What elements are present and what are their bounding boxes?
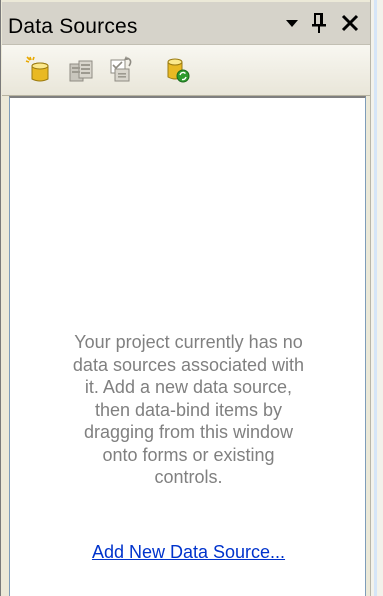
data-sources-panel: Data Sources Your project currently has …: [0, 0, 370, 596]
auto-hide-pin-button[interactable]: [304, 8, 334, 38]
refresh-icon: [167, 58, 190, 83]
add-new-data-source-link[interactable]: Add New Data Source...: [10, 542, 367, 563]
configure-dataset-wizard-button[interactable]: [108, 55, 138, 85]
refresh-button[interactable]: [162, 55, 192, 85]
edit-dataset-designer-icon: [69, 60, 93, 82]
close-button[interactable]: [335, 8, 365, 38]
pin-icon: [312, 13, 326, 33]
empty-state-message: Your project currently has no data sourc…: [72, 332, 305, 487]
edit-dataset-designer-button[interactable]: [66, 55, 96, 85]
add-new-data-source-icon: [25, 56, 49, 82]
chevron-down-icon: [286, 20, 298, 27]
panel-title: Data Sources: [8, 15, 138, 38]
configure-dataset-wizard-icon: [110, 56, 132, 82]
adjacent-pane-edge: [370, 0, 383, 596]
panel-toolbar: [2, 45, 370, 96]
window-position-dropdown-button[interactable]: [277, 8, 307, 38]
close-icon: [341, 14, 359, 32]
panel-titlebar: Data Sources: [2, 2, 370, 45]
data-sources-content-area: Your project currently has no data sourc…: [9, 96, 366, 596]
add-new-data-source-button[interactable]: [24, 55, 54, 85]
adjacent-pane-band: [374, 0, 377, 596]
